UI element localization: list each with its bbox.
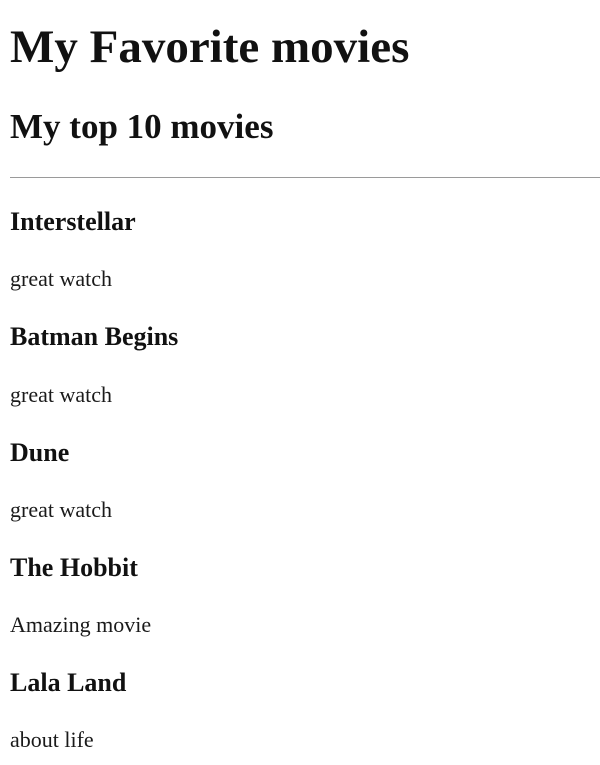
movie-note: great watch (10, 266, 112, 291)
movie-list: Interstellar great watch Batman Begins g… (10, 0, 590, 765)
movie-note: great watch (10, 497, 112, 522)
movie-title: Batman Begins (10, 322, 179, 351)
movie-note: about life (10, 727, 94, 752)
movie-title: The Hobbit (10, 553, 138, 582)
movie-title: Interstellar (10, 207, 136, 236)
movies-page: My Favorite movies My top 10 movies Inte… (0, 0, 600, 765)
movie-note: Amazing movie (10, 612, 152, 637)
movie-note: great watch (10, 382, 112, 407)
movie-title: Lala Land (10, 668, 127, 697)
movie-title: Dune (10, 438, 70, 467)
